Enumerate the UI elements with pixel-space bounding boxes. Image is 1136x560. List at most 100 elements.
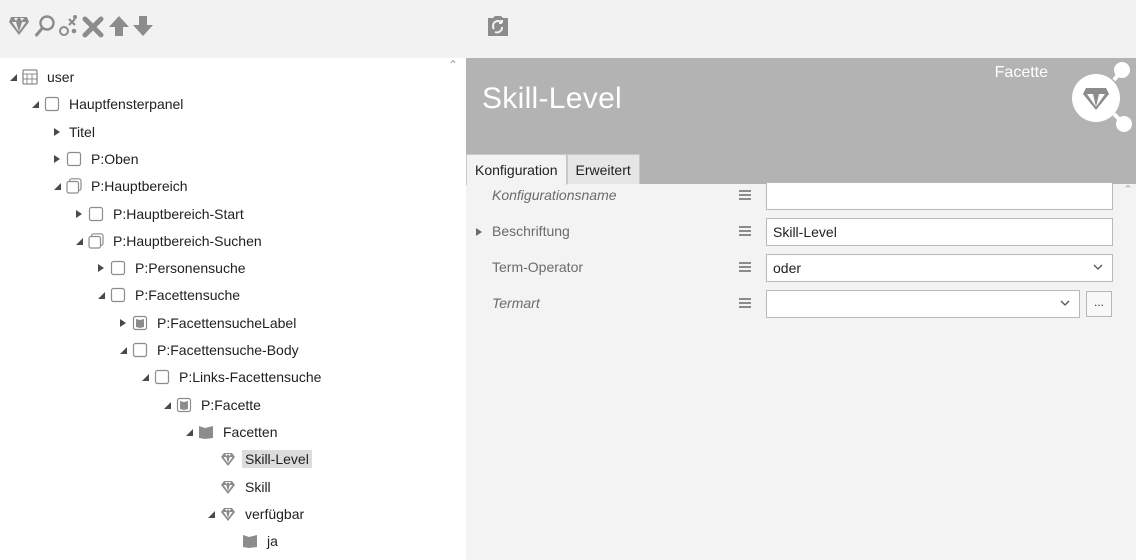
main-toolbar	[0, 0, 1136, 58]
move-down-icon[interactable]	[132, 14, 154, 38]
collapse-arrow-icon[interactable]	[206, 509, 216, 519]
tree-item[interactable]: P:Oben	[52, 148, 141, 170]
tree-item-label: P:Hauptbereich	[91, 178, 188, 195]
gem-icon	[220, 451, 236, 467]
tree-item-label: P:Hauptbereich-Suchen	[113, 232, 262, 249]
field-label-termart: Termart	[492, 295, 540, 311]
tree-item[interactable]: P:Facette	[162, 394, 264, 416]
tree-item[interactable]: P:Links-Facettensuche	[140, 366, 324, 388]
tree-item[interactable]: verfügbar	[206, 503, 307, 525]
tree-item-label: P:Oben	[91, 150, 139, 167]
collapse-arrow-icon[interactable]	[8, 72, 18, 82]
panel-icon	[88, 206, 104, 222]
tree-item-label: P:Facette	[201, 396, 261, 413]
chevron-down-icon[interactable]	[1059, 297, 1071, 309]
tree-item-label: Hauptfensterpanel	[69, 96, 184, 113]
configuration-form: ⌃ Konfigurationsname Beschriftung Skill-…	[466, 182, 1136, 560]
expand-arrow-icon[interactable]	[118, 318, 128, 328]
panel-stack-icon	[88, 232, 104, 249]
search-icon[interactable]	[34, 14, 56, 38]
panel-icon	[132, 342, 148, 358]
field-row-beschriftung: Beschriftung Skill-Level	[466, 218, 1126, 246]
grid-icon	[22, 69, 38, 85]
chevron-down-icon[interactable]	[1092, 261, 1104, 273]
field-menu-icon[interactable]	[738, 224, 752, 238]
panel-filled-icon	[176, 397, 192, 413]
panel-icon	[110, 287, 126, 303]
expand-arrow-icon[interactable]	[52, 154, 62, 164]
field-label-beschriftung: Beschriftung	[492, 223, 570, 239]
field-label-term-operator: Term-Operator	[492, 259, 584, 275]
collapse-arrow-icon[interactable]	[140, 372, 150, 382]
termart-select[interactable]	[766, 290, 1080, 318]
tree-item-label: P:Facettensuche	[135, 287, 241, 304]
konfigurationsname-input[interactable]	[766, 182, 1113, 210]
detail-type-label: Facette	[994, 64, 1048, 81]
termart-browse-button[interactable]: ...	[1086, 291, 1112, 317]
collapse-arrow-icon[interactable]	[162, 400, 172, 410]
field-row-term-operator: Term-Operator oder	[466, 254, 1126, 282]
gem-icon	[220, 506, 236, 522]
expand-arrow-icon[interactable]	[74, 209, 84, 219]
tab-erweitert[interactable]: Erweitert	[566, 154, 640, 184]
panel-icon	[66, 151, 82, 167]
field-row-konfigurationsname: Konfigurationsname	[466, 182, 1126, 210]
tree-item[interactable]: P:Hauptbereich	[52, 175, 191, 197]
refresh-icon[interactable]	[486, 14, 510, 38]
expand-arrow-icon[interactable]	[474, 227, 484, 237]
tree-item[interactable]: P:FacettensucheLabel	[118, 312, 299, 334]
collapse-arrow-icon[interactable]	[52, 181, 62, 191]
tree-item[interactable]: P:Facettensuche-Body	[118, 339, 302, 361]
tree-item[interactable]: Facetten	[184, 421, 280, 443]
delete-icon[interactable]	[82, 14, 104, 38]
tree-item[interactable]: P:Hauptbereich-Start	[74, 203, 247, 225]
tree-item-label: Skill	[245, 478, 271, 495]
tree-item[interactable]: P:Hauptbereich-Suchen	[74, 230, 265, 252]
tree-item-label: P:Links-Facettensuche	[179, 369, 322, 386]
tree-item[interactable]: Skill-Level	[206, 448, 312, 470]
tree-item-label: P:Personensuche	[135, 260, 246, 277]
tree-item[interactable]: ja	[228, 530, 281, 552]
tree-item[interactable]: user	[8, 66, 77, 88]
tree-item[interactable]: P:Facettensuche	[96, 284, 243, 306]
folder-icon	[198, 424, 214, 440]
panel-stack-icon	[66, 178, 82, 194]
tree-item[interactable]: Skill	[206, 476, 274, 498]
collapse-arrow-icon[interactable]	[96, 290, 106, 300]
collapse-arrow-icon[interactable]	[118, 345, 128, 355]
folder-icon	[242, 533, 258, 549]
panel-icon	[44, 96, 60, 112]
tree-item[interactable]: Titel	[52, 121, 98, 143]
expand-arrow-icon[interactable]	[96, 263, 106, 273]
tree-panel: user Hauptfensterpanel Titel P:Oben P:Hauptb…	[0, 58, 440, 560]
field-menu-icon[interactable]	[738, 260, 752, 274]
collapse-arrow-icon[interactable]	[184, 427, 194, 437]
field-label-konfigurationsname: Konfigurationsname	[492, 187, 617, 203]
field-menu-icon[interactable]	[738, 188, 752, 202]
term-operator-select[interactable]: oder	[766, 254, 1113, 282]
detail-tabs: Konfiguration Erweitert	[466, 146, 640, 185]
collapse-arrow-icon[interactable]	[30, 99, 40, 109]
tree-item-label: P:Hauptbereich-Start	[113, 205, 244, 222]
tree-scroll-up-icon[interactable]: ⌃	[446, 58, 460, 72]
detail-title: Skill-Level	[482, 82, 623, 115]
tree-item[interactable]: P:Personensuche	[96, 257, 249, 279]
facet-gem-icon[interactable]	[8, 14, 30, 38]
beschriftung-input[interactable]: Skill-Level	[766, 218, 1113, 246]
term-operator-value: oder	[773, 260, 802, 276]
expand-arrow-icon[interactable]	[52, 127, 62, 137]
tree-item-label: Skill-Level	[242, 450, 312, 469]
tree-item-label: Titel	[69, 123, 95, 140]
collapse-arrow-icon[interactable]	[74, 236, 84, 246]
field-row-termart: Termart ...	[466, 290, 1126, 318]
move-up-icon[interactable]	[108, 14, 130, 38]
tree-item[interactable]: Hauptfensterpanel	[30, 93, 186, 115]
gem-icon	[220, 479, 236, 495]
detail-panel: Skill-Level Facette Konfiguration Erweit…	[466, 58, 1136, 560]
tab-konfiguration[interactable]: Konfiguration	[466, 154, 567, 185]
panel-filled-icon	[132, 315, 148, 331]
field-menu-icon[interactable]	[738, 296, 752, 310]
gender-icon[interactable]	[58, 14, 80, 38]
